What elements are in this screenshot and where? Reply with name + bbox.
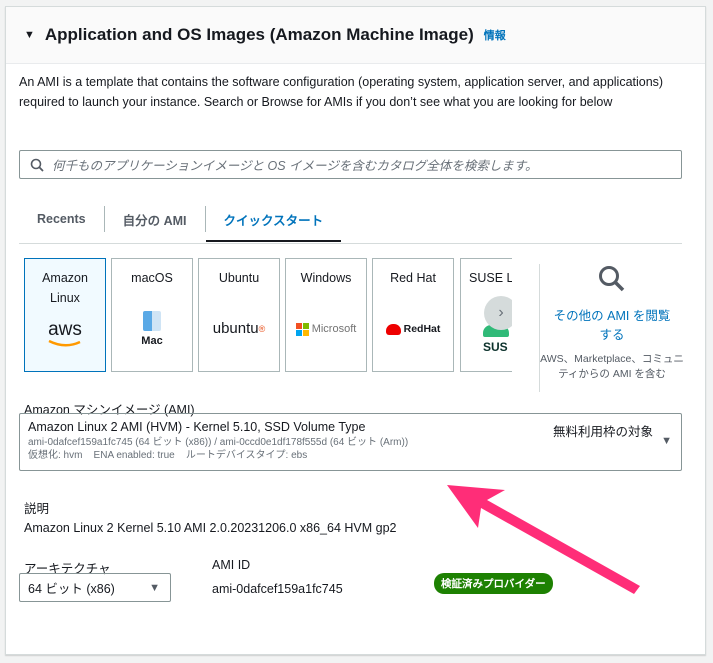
ami-search-input[interactable]: 何千ものアプリケーションイメージと OS イメージを含むカタログ全体を検索します… bbox=[19, 150, 682, 179]
caret-down-icon: ▼ bbox=[149, 581, 160, 594]
tile-macos[interactable]: macOS Mac bbox=[111, 258, 193, 372]
tab-recents[interactable]: Recents bbox=[19, 206, 105, 232]
verified-provider-badge: 検証済みプロバイダー bbox=[434, 573, 553, 594]
tile-amazon-linux[interactable]: Amazon Linux aws bbox=[24, 258, 106, 372]
tile-windows[interactable]: Windows Microsoft bbox=[285, 258, 367, 372]
tile-label: Amazon Linux bbox=[42, 271, 88, 305]
browse-more-amis-note: AWS、Marketplace、コミュニティからの AMI を含む bbox=[540, 353, 684, 380]
tile-ubuntu[interactable]: Ubuntu ubuntu ® bbox=[198, 258, 280, 372]
tile-label: Ubuntu bbox=[218, 271, 260, 285]
description-label: 説明 bbox=[24, 502, 50, 516]
tab-quickstart[interactable]: クイックスタート bbox=[205, 197, 342, 242]
chevron-right-icon[interactable]: › bbox=[484, 296, 512, 330]
panel-title: Application and OS Images (Amazon Machin… bbox=[44, 25, 474, 44]
panel-header[interactable]: ▼ Application and OS Images (Amazon Mach… bbox=[6, 7, 705, 64]
ami-meta: 仮想化: hvm ENA enabled: true ルートデバイスタイプ: e… bbox=[28, 450, 308, 461]
browse-more-amis: その他の AMI を閲覧する AWS、Marketplace、コミュニティからの… bbox=[539, 264, 684, 392]
redhat-logo: RedHat bbox=[373, 319, 453, 339]
caret-down-icon: ▼ bbox=[661, 435, 672, 447]
ami-id-label: AMI ID bbox=[212, 558, 251, 572]
tile-redhat[interactable]: Red Hat RedHat bbox=[372, 258, 454, 372]
microsoft-logo: Microsoft bbox=[286, 319, 366, 339]
info-link[interactable]: 情報 bbox=[484, 27, 506, 43]
ami-id-value: ami-0dafcef159a1fc745 bbox=[212, 582, 343, 596]
ami-select[interactable]: Amazon Linux 2 AMI (HVM) - Kernel 5.10, … bbox=[19, 413, 682, 471]
caret-down-icon[interactable]: ▼ bbox=[24, 29, 35, 41]
search-icon bbox=[599, 266, 625, 292]
description-value: Amazon Linux 2 Kernel 5.10 AMI 2.0.20231… bbox=[24, 521, 397, 535]
ubuntu-logo: ubuntu ® bbox=[212, 320, 266, 337]
tile-label: SUSE L bbox=[469, 271, 512, 285]
tile-label: Windows bbox=[300, 271, 352, 285]
tile-label: Red Hat bbox=[390, 271, 436, 285]
aws-logo: aws bbox=[25, 320, 105, 347]
tab-my-ami[interactable]: 自分の AMI bbox=[105, 206, 206, 232]
architecture-value: 64 ビット (x86) bbox=[28, 582, 115, 596]
search-placeholder: 何千ものアプリケーションイメージと OS イメージを含むカタログ全体を検索します… bbox=[52, 159, 538, 173]
browse-more-amis-link[interactable]: その他の AMI を閲覧する bbox=[540, 307, 684, 345]
free-tier-label: 無料利用枠の対象 bbox=[552, 425, 653, 439]
suse-logo: SUS bbox=[461, 325, 512, 357]
mac-logo: Mac bbox=[112, 311, 192, 351]
ami-tabs: Recents 自分の AMI クイックスタート bbox=[19, 200, 682, 244]
description: An AMI is a template that contains the s… bbox=[19, 75, 664, 109]
os-tiles: Amazon Linux aws macOS Mac Ubuntu ubuntu… bbox=[24, 258, 512, 372]
architecture-select[interactable]: 64 ビット (x86) ▼ bbox=[19, 573, 171, 602]
tile-label: macOS bbox=[131, 271, 173, 285]
search-icon bbox=[30, 158, 44, 172]
